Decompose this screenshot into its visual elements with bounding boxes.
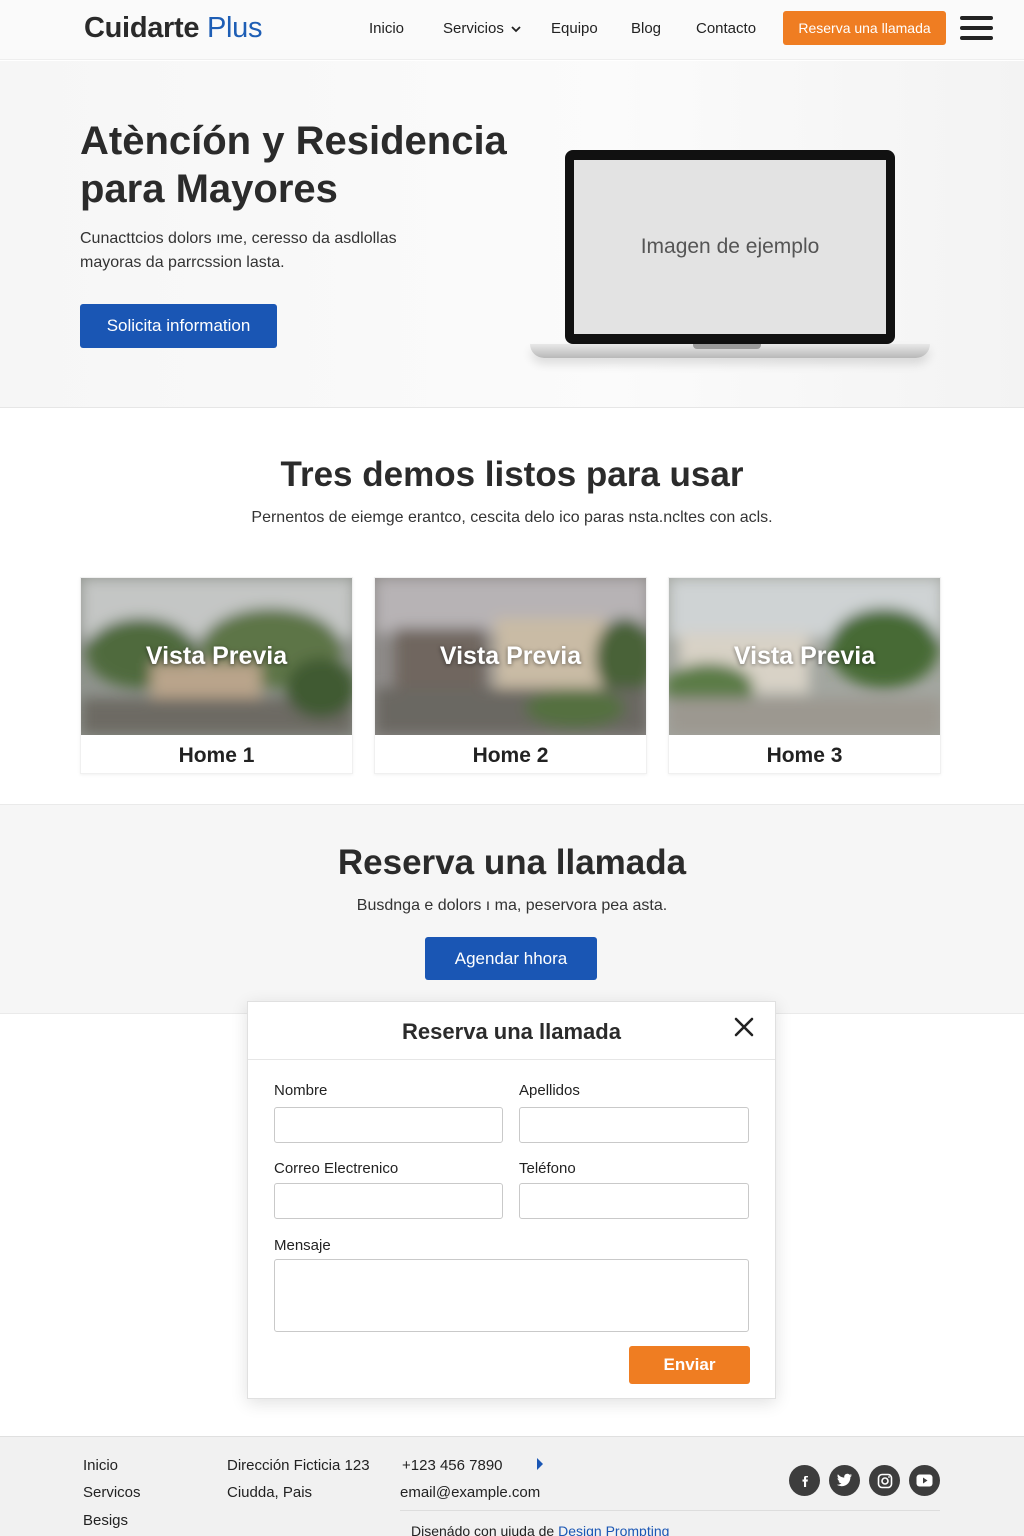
chevron-down-icon (511, 26, 521, 33)
footer-credit: Disenádo con uiuda de Design Prompting (411, 1523, 669, 1536)
first-name-label: Nombre (274, 1082, 328, 1099)
first-name-field[interactable] (274, 1107, 503, 1143)
facebook-glyph (802, 1475, 808, 1487)
credit-link[interactable]: Design Prompting (558, 1523, 669, 1536)
modal-title: Reserva una llamada (402, 1019, 621, 1044)
hero-description: Cunacttcios dolors ıme, ceresso da asdlo… (80, 230, 397, 271)
site-logo[interactable]: Cuidarte Plus (84, 12, 263, 45)
youtube-glyph (916, 1474, 933, 1487)
facebook-icon[interactable] (789, 1465, 820, 1496)
credit-prefix: Disenádo con uiuda de (411, 1523, 555, 1536)
demo-card-home-3[interactable]: Vista Previa Home 3 (668, 577, 941, 774)
book-call-modal: Reserva una llamada Nombre Apellidos Cor… (247, 1001, 776, 1399)
phone-field[interactable] (519, 1183, 749, 1219)
nav-link-inicio[interactable]: Inicio (369, 20, 404, 37)
hamburger-bar (960, 26, 993, 30)
demo-name[interactable]: Home 3 (669, 744, 940, 768)
message-field[interactable] (274, 1259, 749, 1332)
email-label: Correo Electrenico (274, 1160, 399, 1177)
hamburger-bar (960, 36, 993, 40)
demo-card-home-1[interactable]: Vista Previa Home 1 (80, 577, 353, 774)
logo-accent-text: Plus (207, 12, 263, 44)
footer-phone[interactable]: +123 456 7890 (402, 1457, 503, 1474)
demo-preview-image[interactable]: Vista Previa (375, 578, 646, 735)
request-info-button[interactable]: Solicita information (80, 304, 277, 348)
close-icon[interactable] (732, 1015, 756, 1039)
footer-address-line2: Ciudda, Pais (227, 1484, 313, 1501)
preview-label: Vista Previa (439, 642, 582, 670)
demo-name[interactable]: Home 2 (375, 744, 646, 768)
footer-divider (400, 1510, 940, 1511)
top-navbar: Cuidarte Plus Inicio Servicios Equipo Bl… (0, 0, 1024, 60)
phone-label: Teléfono (519, 1160, 576, 1177)
logo-main-text: Cuidarte (84, 12, 200, 44)
cta-subtitle: Busdnga e dolors ı ma, peservora pea ast… (356, 897, 668, 914)
modal-header: Reserva una llamada (248, 1002, 775, 1060)
demos-title: Tres demos listos para usar (280, 455, 744, 494)
image-placeholder: Imagen de ejemplo (574, 160, 886, 334)
youtube-icon[interactable] (909, 1465, 940, 1496)
hamburger-bar (960, 16, 993, 20)
email-field[interactable] (274, 1183, 503, 1219)
footer-link-inicio[interactable]: Inicio (83, 1457, 118, 1474)
message-label: Mensaje (274, 1237, 331, 1254)
twitter-glyph (836, 1473, 852, 1487)
hero-section: Atèncíón y Residencia para Mayores Cunac… (0, 61, 1024, 408)
nav-link-blog[interactable]: Blog (631, 20, 661, 37)
laptop-mockup: Imagen de ejemplo (565, 150, 895, 344)
nav-link-contacto[interactable]: Contacto (696, 20, 756, 37)
preview-label: Vista Previa (145, 642, 288, 670)
nav-link-equipo[interactable]: Equipo (551, 20, 598, 37)
cta-title: Reserva una llamada (337, 843, 687, 882)
footer-link-besigs[interactable]: Besigs (83, 1512, 128, 1529)
demos-subtitle: Pernentos de eiemge erantco, cescita del… (251, 509, 773, 526)
chevron-right-icon (537, 1458, 543, 1470)
demo-name[interactable]: Home 1 (81, 744, 352, 768)
footer-link-servicios[interactable]: Servicos (83, 1484, 141, 1501)
laptop-notch (693, 344, 761, 349)
submit-button[interactable]: Enviar (629, 1346, 750, 1384)
book-call-nav-button[interactable]: Reserva una llamada (783, 11, 946, 45)
instagram-glyph (877, 1473, 892, 1488)
demo-preview-image[interactable]: Vista Previa (81, 578, 352, 735)
last-name-label: Apellidos (519, 1082, 580, 1099)
schedule-now-button[interactable]: Agendar hhora (425, 937, 597, 980)
footer-email[interactable]: email@example.com (400, 1484, 540, 1501)
footer-address-line1: Dirección Ficticia 123 (227, 1457, 370, 1474)
twitter-icon[interactable] (829, 1465, 860, 1496)
last-name-field[interactable] (519, 1107, 749, 1143)
demo-preview-image[interactable]: Vista Previa (669, 578, 940, 735)
nav-link-servicios-label: Servicios (443, 20, 504, 37)
nav-link-servicios[interactable]: Servicios (443, 20, 521, 37)
hamburger-menu-icon[interactable] (960, 16, 993, 40)
site-footer: Inicio Servicos Besigs Dirección Fictici… (0, 1436, 1024, 1536)
demo-card-home-2[interactable]: Vista Previa Home 2 (374, 577, 647, 774)
hero-title: Atèncíón y Residencia para Mayores (80, 119, 507, 211)
preview-label: Vista Previa (733, 642, 876, 670)
instagram-icon[interactable] (869, 1465, 900, 1496)
